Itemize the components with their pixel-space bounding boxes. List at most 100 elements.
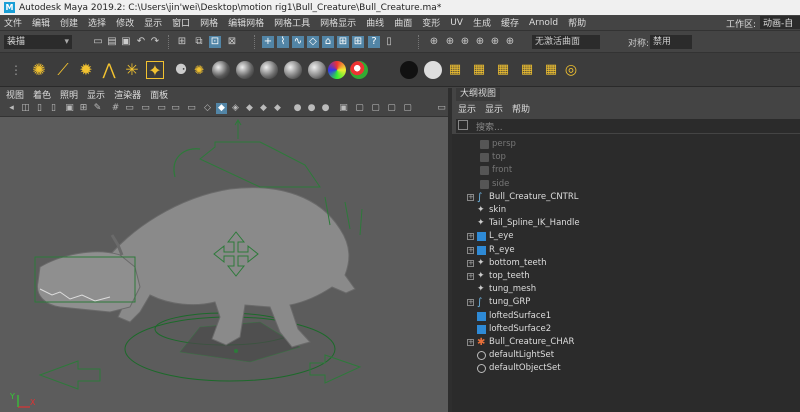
redo-icon[interactable]: ↷ bbox=[149, 36, 161, 48]
menu-item[interactable]: 编辑网格 bbox=[228, 16, 264, 29]
menu-item[interactable]: 生成 bbox=[473, 16, 491, 29]
menu-item[interactable]: UV bbox=[450, 18, 463, 28]
wireframe-icon[interactable]: ◇ bbox=[202, 103, 213, 114]
expand-icon[interactable]: + bbox=[467, 339, 474, 346]
menu-item[interactable]: 变形 bbox=[422, 16, 440, 29]
outliner-item[interactable]: + ✱ Bull_Creature_CHAR bbox=[452, 336, 800, 349]
outliner-item[interactable]: side bbox=[452, 178, 800, 191]
workspace-dropdown[interactable]: 动画-自 bbox=[760, 16, 800, 29]
snap-grid-icon[interactable]: ⊕ bbox=[428, 36, 440, 48]
panel-layout-icon[interactable]: ▭ bbox=[436, 103, 447, 114]
select-object-icon[interactable]: ⧉ bbox=[193, 36, 205, 48]
up-arrow-control[interactable] bbox=[234, 119, 242, 139]
menu-item[interactable]: 窗口 bbox=[172, 16, 190, 29]
outliner-item[interactable]: + R_eye bbox=[452, 244, 800, 257]
expand-icon[interactable]: + bbox=[467, 246, 474, 254]
isolate-select-icon[interactable]: ▣ bbox=[338, 103, 349, 114]
menu-item[interactable]: 网格显示 bbox=[320, 16, 356, 29]
outliner-item[interactable]: top bbox=[452, 151, 800, 164]
resolution-gate-icon[interactable]: ▭ bbox=[140, 103, 151, 114]
2d-pan-zoom-icon[interactable]: ⊞ bbox=[78, 103, 89, 114]
outliner-item[interactable]: ✦ skin bbox=[452, 204, 800, 217]
area-light-icon[interactable]: ✳ bbox=[123, 61, 141, 79]
snap-curve-icon[interactable]: ⊕ bbox=[444, 36, 456, 48]
menu-item[interactable]: 曲线 bbox=[366, 16, 384, 29]
viewport-menu-item[interactable]: 视图 bbox=[6, 88, 24, 101]
undo-icon[interactable]: ↶ bbox=[135, 36, 147, 48]
menu-item[interactable]: Arnold bbox=[529, 18, 558, 28]
menu-set-dropdown[interactable]: 装描 bbox=[4, 35, 72, 49]
material-sphere-icon[interactable] bbox=[260, 61, 278, 79]
select-by-type-icon[interactable]: ⊠ bbox=[226, 36, 238, 48]
outliner-item[interactable]: front bbox=[452, 164, 800, 177]
outliner-item[interactable]: + ✦ top_teeth bbox=[452, 270, 800, 283]
outliner-item[interactable]: + ✦ bottom_teeth bbox=[452, 257, 800, 270]
grease-pencil-icon[interactable]: ✎ bbox=[92, 103, 103, 114]
motion-blur-icon[interactable]: ● bbox=[306, 103, 317, 114]
menu-item[interactable]: 缓存 bbox=[501, 16, 519, 29]
outliner-menu-item[interactable]: 帮助 bbox=[512, 102, 530, 115]
shelf-menu-icon[interactable]: ⋮ bbox=[10, 61, 22, 79]
tail-control-curve[interactable] bbox=[173, 148, 201, 178]
safe-action-icon[interactable]: ▭ bbox=[186, 103, 197, 114]
grid-icon[interactable]: # bbox=[110, 103, 121, 114]
xray-components-icon[interactable]: ▢ bbox=[386, 103, 397, 114]
outliner-item[interactable]: loftedSurface1 bbox=[452, 310, 800, 323]
select-deformations-icon[interactable]: ⌂ bbox=[322, 36, 334, 48]
viewport-3d[interactable]: X Y bbox=[0, 117, 448, 412]
viewport-menu-item[interactable]: 照明 bbox=[60, 88, 78, 101]
outliner-menu-item[interactable]: 显示 bbox=[458, 102, 476, 115]
select-hierarchy-icon[interactable]: ⊞ bbox=[176, 36, 188, 48]
render-view-icon[interactable]: ▦ bbox=[446, 61, 464, 79]
select-dynamics-icon[interactable]: ⊞ bbox=[337, 36, 349, 48]
film-gate-icon[interactable]: ▭ bbox=[124, 103, 135, 114]
outliner-item[interactable]: + L_eye bbox=[452, 230, 800, 243]
textured-icon[interactable]: ◆ bbox=[244, 103, 255, 114]
outliner-tab[interactable]: 大纲视图 bbox=[452, 88, 800, 101]
menu-item[interactable]: 帮助 bbox=[568, 16, 586, 29]
symmetry-dropdown[interactable]: 禁用 bbox=[650, 35, 692, 49]
expand-icon[interactable]: + bbox=[467, 193, 474, 201]
viewport-menu-item[interactable]: 面板 bbox=[150, 88, 168, 101]
bookmark-icon[interactable]: ▯ bbox=[48, 103, 59, 114]
viewport-menu-item[interactable]: 显示 bbox=[87, 88, 105, 101]
shadows-icon[interactable]: ◆ bbox=[272, 103, 283, 114]
expand-icon[interactable]: + bbox=[467, 299, 474, 307]
menu-item[interactable]: 编辑 bbox=[32, 16, 50, 29]
menu-item[interactable]: 创建 bbox=[60, 16, 78, 29]
camera-icon[interactable]: ⚈ bbox=[172, 61, 190, 79]
outliner-item[interactable]: loftedSurface2 bbox=[452, 323, 800, 336]
lock-camera-icon[interactable]: ▯ bbox=[34, 103, 45, 114]
lambert-ball-icon[interactable] bbox=[350, 61, 368, 79]
snap-option-icon[interactable]: ⊕ bbox=[504, 36, 516, 48]
select-misc-icon[interactable]: ? bbox=[368, 36, 380, 48]
menu-item[interactable]: 网格工具 bbox=[274, 16, 310, 29]
spot-light-icon[interactable]: ⋀ bbox=[100, 61, 118, 79]
left-arrow-control[interactable] bbox=[38, 360, 101, 390]
snap-view-plane-icon[interactable]: ⊕ bbox=[474, 36, 486, 48]
directional-light-icon[interactable]: ⟋ bbox=[54, 61, 72, 79]
material-sphere-icon[interactable] bbox=[236, 61, 254, 79]
outliner-item[interactable]: + ∫ Bull_Creature_CNTRL bbox=[452, 191, 800, 204]
render-frame-icon[interactable]: ▦ bbox=[470, 61, 488, 79]
select-curves-icon[interactable]: ∿ bbox=[292, 36, 304, 48]
select-joints-icon[interactable]: ⌇ bbox=[277, 36, 289, 48]
use-all-lights-icon[interactable]: ◆ bbox=[258, 103, 269, 114]
hypershade-icon[interactable]: ▦ bbox=[542, 61, 560, 79]
wireframe-on-shaded-icon[interactable]: ◈ bbox=[230, 103, 241, 114]
menu-item[interactable]: 曲面 bbox=[394, 16, 412, 29]
xray-icon[interactable]: ▢ bbox=[354, 103, 365, 114]
expand-icon[interactable]: + bbox=[467, 273, 474, 280]
menu-item[interactable]: 选择 bbox=[88, 16, 106, 29]
new-scene-icon[interactable]: ▭ bbox=[92, 36, 104, 48]
outliner-item[interactable]: persp bbox=[452, 138, 800, 151]
render-settings-icon[interactable]: ▦ bbox=[518, 61, 536, 79]
menu-item[interactable]: 修改 bbox=[116, 16, 134, 29]
viewport-menu-item[interactable]: 着色 bbox=[33, 88, 51, 101]
gamma-icon[interactable]: ▢ bbox=[402, 103, 413, 114]
outliner-item[interactable]: ✦ tung_mesh bbox=[452, 283, 800, 296]
select-rendering-icon[interactable]: ⊞ bbox=[352, 36, 364, 48]
material-sphere-icon[interactable] bbox=[308, 61, 326, 79]
material-sphere-icon[interactable] bbox=[284, 61, 302, 79]
ambient-occlusion-icon[interactable]: ● bbox=[292, 103, 303, 114]
